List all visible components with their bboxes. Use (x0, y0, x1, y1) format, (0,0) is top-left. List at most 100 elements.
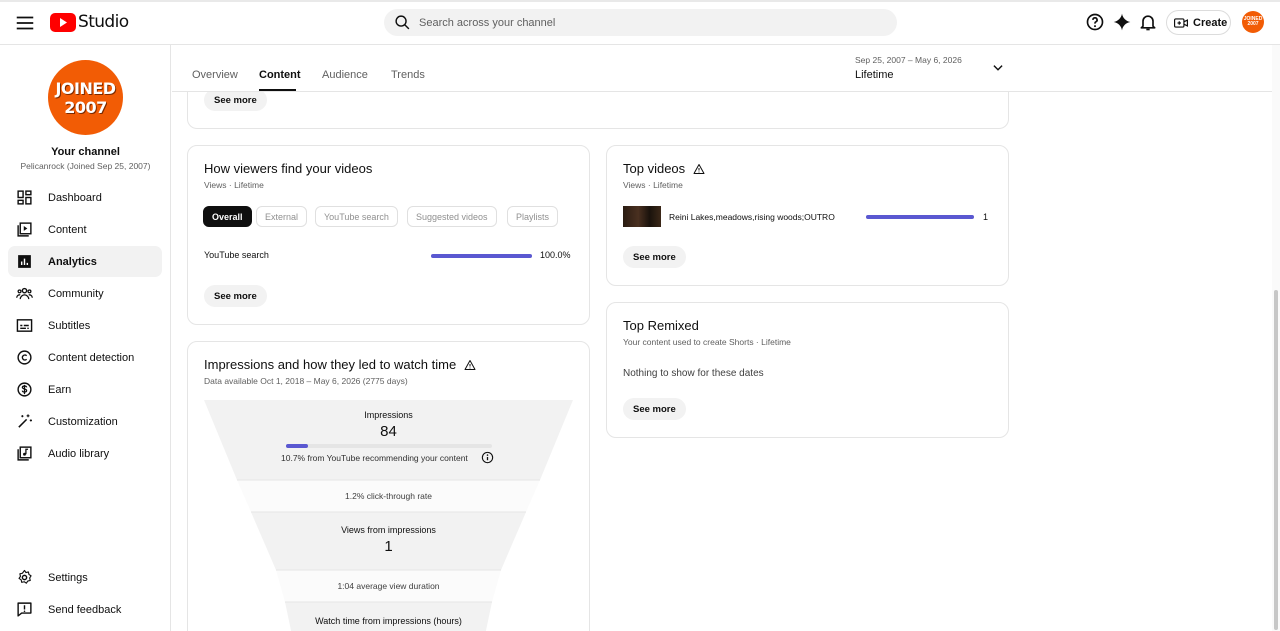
sidebar-item-settings[interactable]: Settings (8, 562, 162, 593)
impressions-label: Impressions (364, 410, 413, 420)
sidebar-item-label: Customization (48, 415, 118, 428)
traffic-row-bar-fill (431, 254, 532, 258)
account-avatar[interactable]: JOINED 2007 (1242, 11, 1264, 33)
create-video-icon (1174, 17, 1188, 28)
community-icon (16, 287, 33, 300)
traffic-row-bar (431, 254, 532, 258)
tab-content[interactable]: Content (259, 69, 301, 81)
date-range-dates: Sep 25, 2007 – May 6, 2026 (855, 55, 962, 65)
card-title: Top Remixed (623, 318, 699, 333)
info-icon[interactable] (481, 451, 494, 464)
sidebar-item-community[interactable]: Community (8, 278, 162, 309)
sidebar-item-label: Content detection (48, 351, 135, 364)
sidebar-item-dashboard[interactable]: Dashboard (8, 182, 162, 213)
card-subtitle: Views · Lifetime (204, 180, 264, 190)
studio-logo-text: Studio (78, 12, 129, 32)
empty-state-text: Nothing to show for these dates (623, 368, 764, 379)
card-title: Impressions and how they led to watch ti… (204, 357, 476, 372)
sidebar: JOINED 2007 Your channel Pelicanrock (Jo… (0, 45, 171, 631)
top-remixed-card: Top Remixed Your content used to create … (606, 302, 1009, 438)
youtube-logo-icon (50, 12, 76, 32)
top-videos-card: Top videos Views · Lifetime Reini Lakes,… (606, 145, 1009, 286)
search-bar[interactable] (384, 9, 897, 36)
audio-library-icon (17, 446, 32, 461)
tab-overview[interactable]: Overview (192, 69, 238, 81)
channel-subtitle: Pelicanrock (Joined Sep 25, 2007) (20, 161, 151, 171)
sidebar-item-label: Audio library (48, 447, 110, 460)
help-icon[interactable] (1085, 12, 1105, 32)
sidebar-item-content-detection[interactable]: Content detection (8, 342, 162, 373)
impressions-funnel: Impressions 84 10.7% from YouTube recomm… (204, 400, 573, 631)
channel-avatar-line2: 2007 (64, 97, 107, 117)
settings-gear-icon (18, 569, 32, 584)
sidebar-item-label: Send feedback (48, 603, 122, 616)
chip-playlists[interactable]: Playlists (507, 206, 559, 227)
chevron-down-icon[interactable] (991, 61, 1005, 75)
date-range-selector[interactable]: Sep 25, 2007 – May 6, 2026 Lifetime (855, 55, 962, 81)
scrollbar-thumb[interactable] (1274, 290, 1278, 630)
sidebar-item-content[interactable]: Content (8, 214, 162, 245)
chip-suggested-videos[interactable]: Suggested videos (407, 206, 497, 227)
ctr-text: 1.2% click-through rate (345, 491, 432, 501)
video-views-bar (866, 215, 974, 219)
subtitles-icon (16, 319, 33, 332)
content-icon (17, 222, 32, 237)
sidebar-item-earn[interactable]: Earn (8, 374, 162, 405)
sidebar-item-label: Community (48, 287, 104, 300)
see-more-button[interactable]: See more (623, 246, 686, 268)
traffic-sources-card: How viewers find your videos Views · Lif… (187, 145, 590, 325)
header-top-border (0, 0, 1280, 2)
video-views-value: 1 (983, 212, 989, 222)
feedback-icon (17, 602, 32, 617)
card-subtitle: Views · Lifetime (623, 180, 683, 190)
sparkle-icon[interactable] (1112, 12, 1132, 32)
warning-icon[interactable] (693, 163, 705, 175)
warning-icon[interactable] (464, 359, 476, 371)
traffic-row-label: YouTube search (204, 250, 269, 260)
see-more-button[interactable]: See more (623, 398, 686, 420)
sidebar-item-analytics[interactable]: Analytics (8, 246, 162, 277)
impressions-card: Impressions and how they led to watch ti… (187, 341, 590, 631)
date-range-label: Lifetime (855, 69, 894, 81)
see-more-button[interactable]: See more (204, 285, 267, 307)
sidebar-item-customization[interactable]: Customization (8, 406, 162, 437)
tab-audience[interactable]: Audience (322, 69, 368, 81)
chip-overall[interactable]: Overall (203, 206, 252, 227)
channel-title: Your channel (51, 146, 120, 158)
magic-wand-icon (18, 414, 32, 428)
sidebar-item-audio-library[interactable]: Audio library (8, 438, 162, 469)
sidebar-item-label: Dashboard (48, 191, 102, 204)
recommend-text: 10.7% from YouTube recommending your con… (281, 453, 468, 463)
see-more-button[interactable]: See more (204, 89, 267, 111)
notifications-bell-icon[interactable] (1138, 12, 1158, 32)
dashboard-icon (17, 190, 32, 205)
recommend-bar-fill (286, 444, 309, 448)
scrollbar-track[interactable] (1272, 45, 1280, 631)
avg-duration-text: 1:04 average view duration (337, 581, 440, 591)
video-title[interactable]: Reini Lakes,meadows,rising woods;OUTRO (669, 212, 835, 222)
chip-youtube-search[interactable]: YouTube search (315, 206, 398, 227)
traffic-row-value: 100.0% (540, 250, 571, 260)
create-button[interactable]: Create (1166, 10, 1231, 35)
impressions-value: 84 (380, 423, 397, 440)
sidebar-item-send-feedback[interactable]: Send feedback (8, 594, 162, 625)
video-thumbnail[interactable] (623, 206, 661, 227)
sidebar-item-label: Earn (48, 383, 72, 396)
views-value: 1 (384, 538, 393, 555)
youtube-studio-logo[interactable]: Studio (50, 11, 129, 33)
card-subtitle: Your content used to create Shorts · Lif… (623, 337, 791, 347)
search-input[interactable] (419, 16, 879, 29)
sidebar-item-subtitles[interactable]: Subtitles (8, 310, 162, 341)
hamburger-menu-icon[interactable] (14, 12, 36, 34)
channel-avatar-line1: JOINED (55, 78, 116, 98)
watch-time-label: Watch time from impressions (hours) (315, 616, 462, 626)
search-icon (395, 15, 410, 30)
chip-external[interactable]: External (256, 206, 308, 227)
channel-avatar[interactable]: JOINED 2007 (48, 60, 123, 135)
tab-trends[interactable]: Trends (391, 69, 425, 81)
sidebar-item-label: Subtitles (48, 319, 91, 332)
card-title: How viewers find your videos (204, 161, 373, 176)
analytics-tabs-bar: Overview Content Audience Trends Sep 25,… (172, 45, 1272, 92)
analytics-icon (18, 255, 31, 268)
recommend-bar (286, 444, 492, 448)
